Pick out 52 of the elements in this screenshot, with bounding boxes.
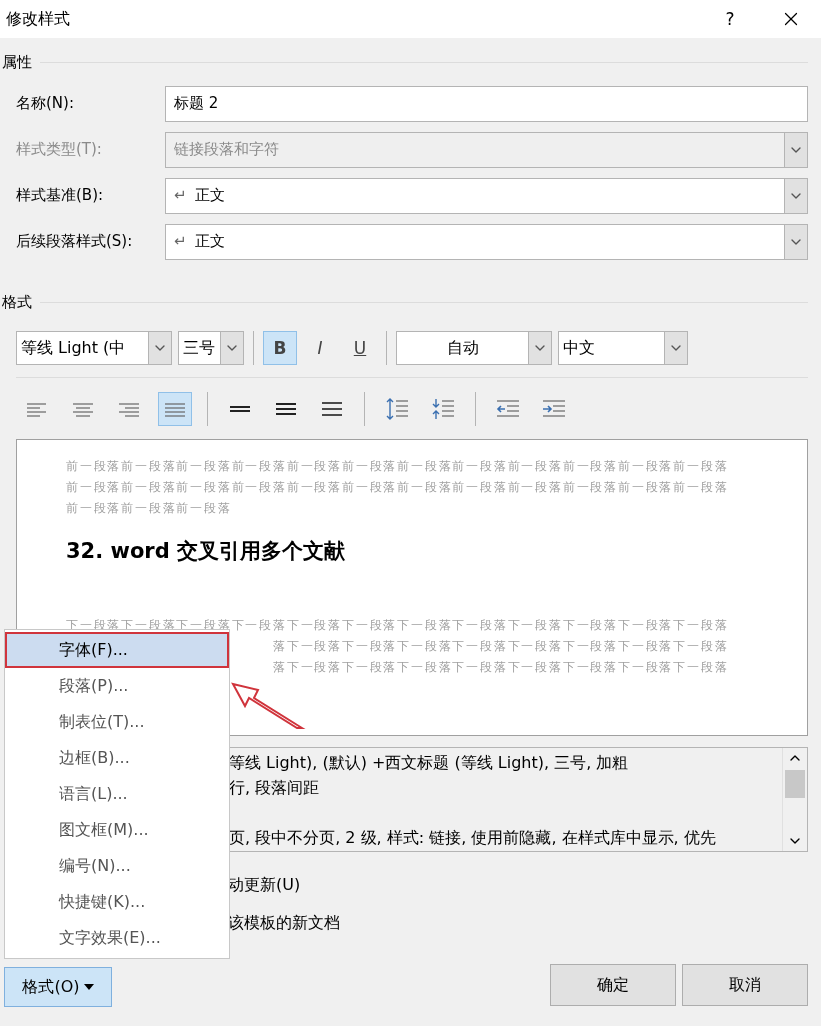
underline-button[interactable]: U [343,331,377,365]
scrollbar-thumb[interactable] [785,770,805,798]
indent-increase-icon [542,399,566,419]
description-text: 等线 Light), (默认) +西文标题 (等线 Light), 三号, 加粗 [229,752,630,774]
section-heading: 属性 [2,52,32,72]
size-dropdown[interactable]: 三号 [178,331,244,365]
align-right-icon [118,401,140,417]
dropdown-field[interactable]: ↵ 正文 [165,223,808,260]
dropdown-field[interactable]: ↵ 正文 [165,177,808,214]
menu-item[interactable]: 快捷键(K)... [5,884,229,920]
menu-item[interactable]: 边框(B)... [5,740,229,776]
one-half-spacing-icon [275,401,297,417]
field-label: 样式类型(T): [16,140,103,159]
field-label: 名称(N): [16,94,75,113]
field-label: 后续段落样式(S): [16,232,134,251]
sample-text: 前一段落前一段落前一段落前一段落前一段落前一段落前一段落前一段落前一段落前一段落前一段落前一段落 [66,479,729,496]
ok-button[interactable]: 确定 [550,964,676,1006]
bold-button[interactable]: B [263,331,297,365]
space-decrease-icon [431,398,455,420]
sample-text: 前一段落前一段落前一段落前一段落前一段落前一段落前一段落前一段落前一段落前一段落前一段落前一段落 [66,458,729,475]
menu-item[interactable]: 图文框(M)... [5,812,229,848]
menu-item[interactable]: 语言(L)... [5,776,229,812]
sample-text: 落下一段落下一段落下一段落下一段落下一段落下一段落下一段落下一段落 [273,659,729,676]
caret-icon [83,984,94,990]
menu-item[interactable]: 字体(F)... [5,632,229,668]
align-center-icon [72,401,94,417]
preview-heading: 32. word 交叉引用多个文献 [66,538,346,565]
sample-text: 落下一段落下一段落下一段落下一段落下一段落下一段落下一段落下一段落 [273,638,729,655]
color-dropdown[interactable]: 自动 [396,331,552,365]
section-heading: 格式 [2,292,32,312]
help-button[interactable]: ? [705,9,755,29]
field-label: 样式基准(B): [16,186,105,205]
script-dropdown[interactable]: 中文 [558,331,688,365]
menu-item[interactable]: 编号(N)... [5,848,229,884]
description-text: 页, 段中不分页, 2 级, 样式: 链接, 使用前隐藏, 在样式库中显示, 优先 [229,827,717,849]
justify-icon [164,401,186,417]
description-text: 行, 段落间距 [229,777,321,799]
menu-item[interactable]: 制表位(T)... [5,704,229,740]
sample-text: 前一段落前一段落前一段落 [66,500,232,517]
italic-button[interactable]: I [303,331,337,365]
cancel-button[interactable]: 取消 [682,964,808,1006]
format-button[interactable]: 格式(O) [4,967,112,1007]
indent-decrease-icon [496,399,520,419]
font-dropdown[interactable]: 等线 Light (中 [16,331,172,365]
align-left-icon [26,401,48,417]
justify-button[interactable] [158,392,192,426]
space-increase-icon [385,398,409,420]
double-spacing-icon [321,401,343,417]
menu-item[interactable]: 文字效果(E)... [5,920,229,956]
menu-item[interactable]: 段落(P)... [5,668,229,704]
input-field[interactable]: 标题 2 [165,85,808,122]
window-title: 修改样式 [6,8,71,30]
